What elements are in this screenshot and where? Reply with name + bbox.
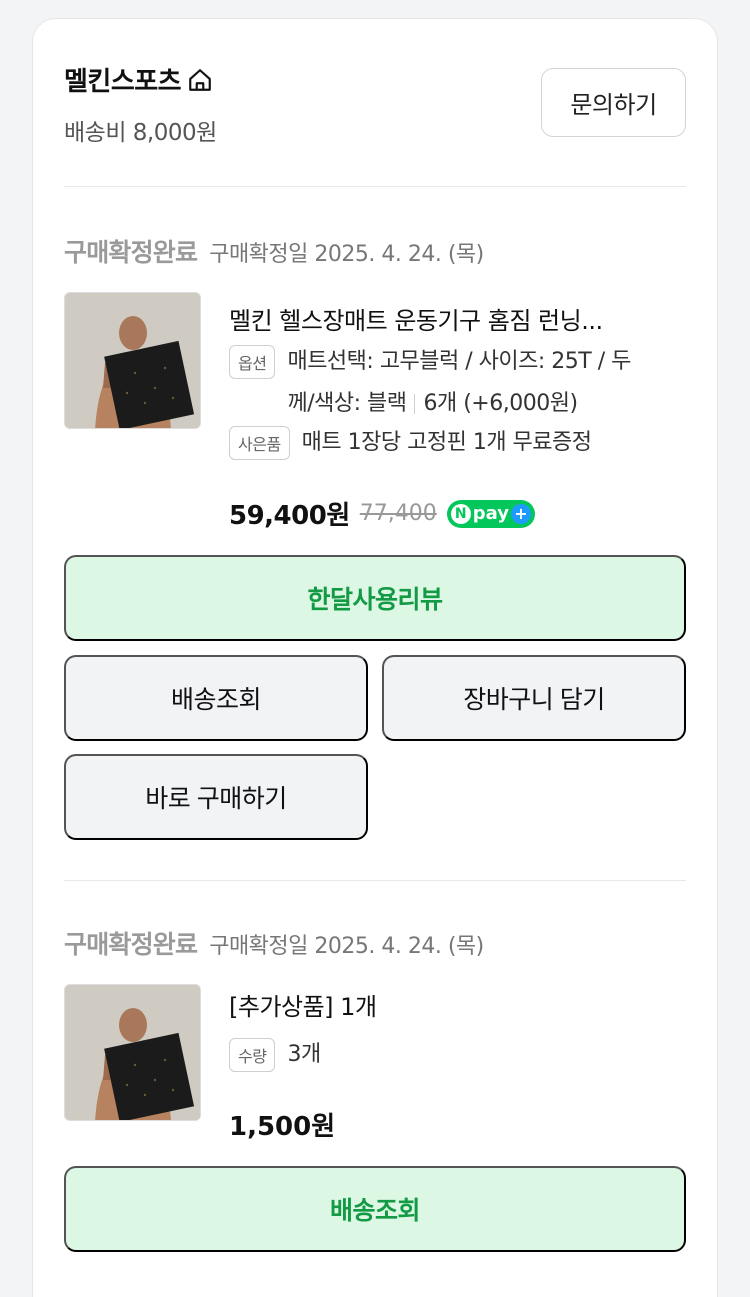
product-title[interactable]: [추가상품] 1개 — [229, 987, 377, 1022]
divider — [64, 186, 686, 187]
option-row: 옵션 매트선택: 고무블럭 / 사이즈: 25T / 두 께/색상: 블랙 6개 … — [229, 345, 631, 425]
divider — [64, 880, 686, 881]
quantity-text: 3개 — [287, 1042, 321, 1067]
npay-plus-badge: N pay + — [446, 499, 535, 528]
product-thumbnail[interactable] — [64, 292, 201, 429]
product-title[interactable]: 멜킨 헬스장매트 운동기구 홈짐 런닝... — [229, 301, 689, 336]
naver-n-icon: N — [450, 503, 471, 524]
order-status: 구매확정완료 — [64, 238, 198, 267]
quantity-tag: 수량 — [229, 1038, 276, 1072]
gift-text: 매트 1장당 고정핀 1개 무료증정 — [301, 430, 592, 455]
order-card: 멜킨스포츠 배송비 8,000원 문의하기 구매확정완료 구매확정일 2025.… — [32, 18, 718, 1297]
price-row: 59,400원 77,400 N pay + — [229, 495, 535, 532]
product-image — [65, 293, 200, 428]
confirm-date: 구매확정일 2025. 4. 24. (목) — [209, 934, 484, 959]
order-status: 구매확정완료 — [64, 930, 198, 959]
monthly-review-button[interactable]: 한달사용리뷰 — [64, 555, 686, 641]
shipping-fee: 배송비 8,000원 — [64, 120, 217, 146]
home-icon[interactable] — [187, 67, 213, 93]
option-text-line-1: 매트선택: 고무블럭 / 사이즈: 25T / 두 — [287, 349, 631, 374]
buy-now-button[interactable]: 바로 구매하기 — [64, 754, 368, 840]
plus-icon: + — [510, 503, 531, 524]
price: 59,400원 — [229, 501, 350, 531]
gift-row: 사은품 매트 1장당 고정핀 1개 무료증정 — [229, 426, 592, 464]
option-color: 께/색상: 블랙 — [287, 391, 407, 416]
store-name[interactable]: 멜킨스포츠 — [64, 61, 182, 98]
store-header[interactable]: 멜킨스포츠 — [64, 61, 213, 98]
track-delivery-button[interactable]: 배송조회 — [64, 1166, 686, 1252]
option-qty: 6개 (+6,000원) — [423, 391, 578, 416]
option-text-line-2: 께/색상: 블랙 6개 (+6,000원) — [287, 383, 630, 425]
original-price: 77,400 — [359, 501, 437, 526]
order-status-row: 구매확정완료 구매확정일 2025. 4. 24. (목) — [64, 925, 484, 961]
product-thumbnail[interactable] — [64, 984, 201, 1121]
track-delivery-button[interactable]: 배송조회 — [64, 655, 368, 741]
inquiry-button[interactable]: 문의하기 — [541, 68, 686, 137]
option-tag: 옵션 — [229, 345, 276, 379]
product-image — [65, 985, 200, 1120]
add-to-cart-button[interactable]: 장바구니 담기 — [382, 655, 686, 741]
npay-label: pay — [472, 503, 509, 524]
option-text: 매트선택: 고무블럭 / 사이즈: 25T / 두 께/색상: 블랙 6개 (+6… — [287, 341, 631, 425]
separator — [414, 394, 416, 414]
order-status-row: 구매확정완료 구매확정일 2025. 4. 24. (목) — [64, 233, 484, 269]
quantity-row: 수량 3개 — [229, 1038, 321, 1076]
confirm-date: 구매확정일 2025. 4. 24. (목) — [209, 242, 484, 267]
price: 1,500원 — [229, 1112, 336, 1142]
gift-tag: 사은품 — [229, 426, 290, 460]
